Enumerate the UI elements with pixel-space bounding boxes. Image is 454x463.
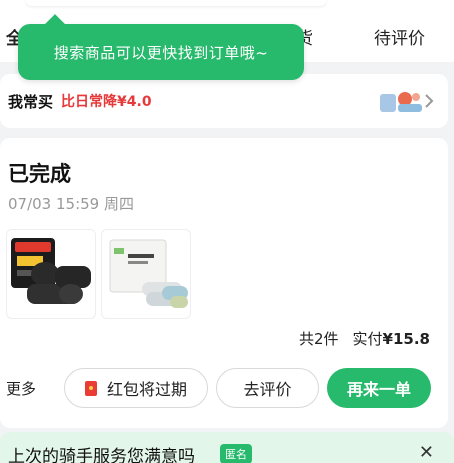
paid-amount: ¥15.8 [382, 330, 430, 348]
review-button[interactable]: 去评价 [216, 368, 319, 408]
frequent-purchase-card[interactable]: 我常买 比日常降¥4.0 [0, 74, 448, 128]
item-count: 共2件 [298, 330, 339, 348]
chevron-right-icon[interactable] [424, 93, 434, 109]
product-image[interactable] [6, 229, 96, 319]
more-link[interactable]: 更多 [6, 378, 36, 399]
search-tip-tooltip: 搜索商品可以更快找到订单哦~ [18, 14, 304, 80]
order-time: 07/03 15:59 周四 [8, 195, 134, 213]
order-summary: 共2件 实付¥15.8 [299, 328, 430, 349]
trash-bag-product-image [106, 234, 188, 318]
product-image[interactable] [101, 229, 191, 319]
review-label: 去评价 [243, 380, 292, 399]
tooltip-text: 搜索商品可以更快找到订单哦~ [53, 43, 269, 62]
rider-question: 上次的骑手服务您满意吗 [8, 447, 195, 463]
rider-feedback-banner[interactable]: 上次的骑手服务您满意吗 匿名 ✕ [0, 432, 454, 463]
tab-to-review[interactable]: 待评价 [374, 24, 425, 49]
order-card[interactable]: 已完成 07/03 15:59 周四 共2件 实付¥15.8 更多 红包将过期 … [0, 138, 448, 428]
redpacket-expiring-button[interactable]: 红包将过期 [64, 368, 208, 408]
search-bar-edge[interactable] [26, 0, 326, 6]
paid-label: 实付 [352, 330, 383, 348]
product-thumbnail-icon [380, 92, 422, 112]
frequent-promo: 比日常降¥4.0 [61, 94, 152, 110]
rebuy-label: 再来一单 [346, 380, 411, 399]
close-icon[interactable]: ✕ [419, 442, 434, 463]
red-packet-icon [84, 380, 97, 396]
redpacket-label: 红包将过期 [106, 380, 187, 399]
trash-bag-product-image [11, 238, 91, 304]
frequent-title: 我常买 [8, 92, 54, 111]
anonymous-badge: 匿名 [220, 444, 252, 463]
order-status: 已完成 [8, 162, 71, 186]
rebuy-button[interactable]: 再来一单 [327, 368, 431, 408]
